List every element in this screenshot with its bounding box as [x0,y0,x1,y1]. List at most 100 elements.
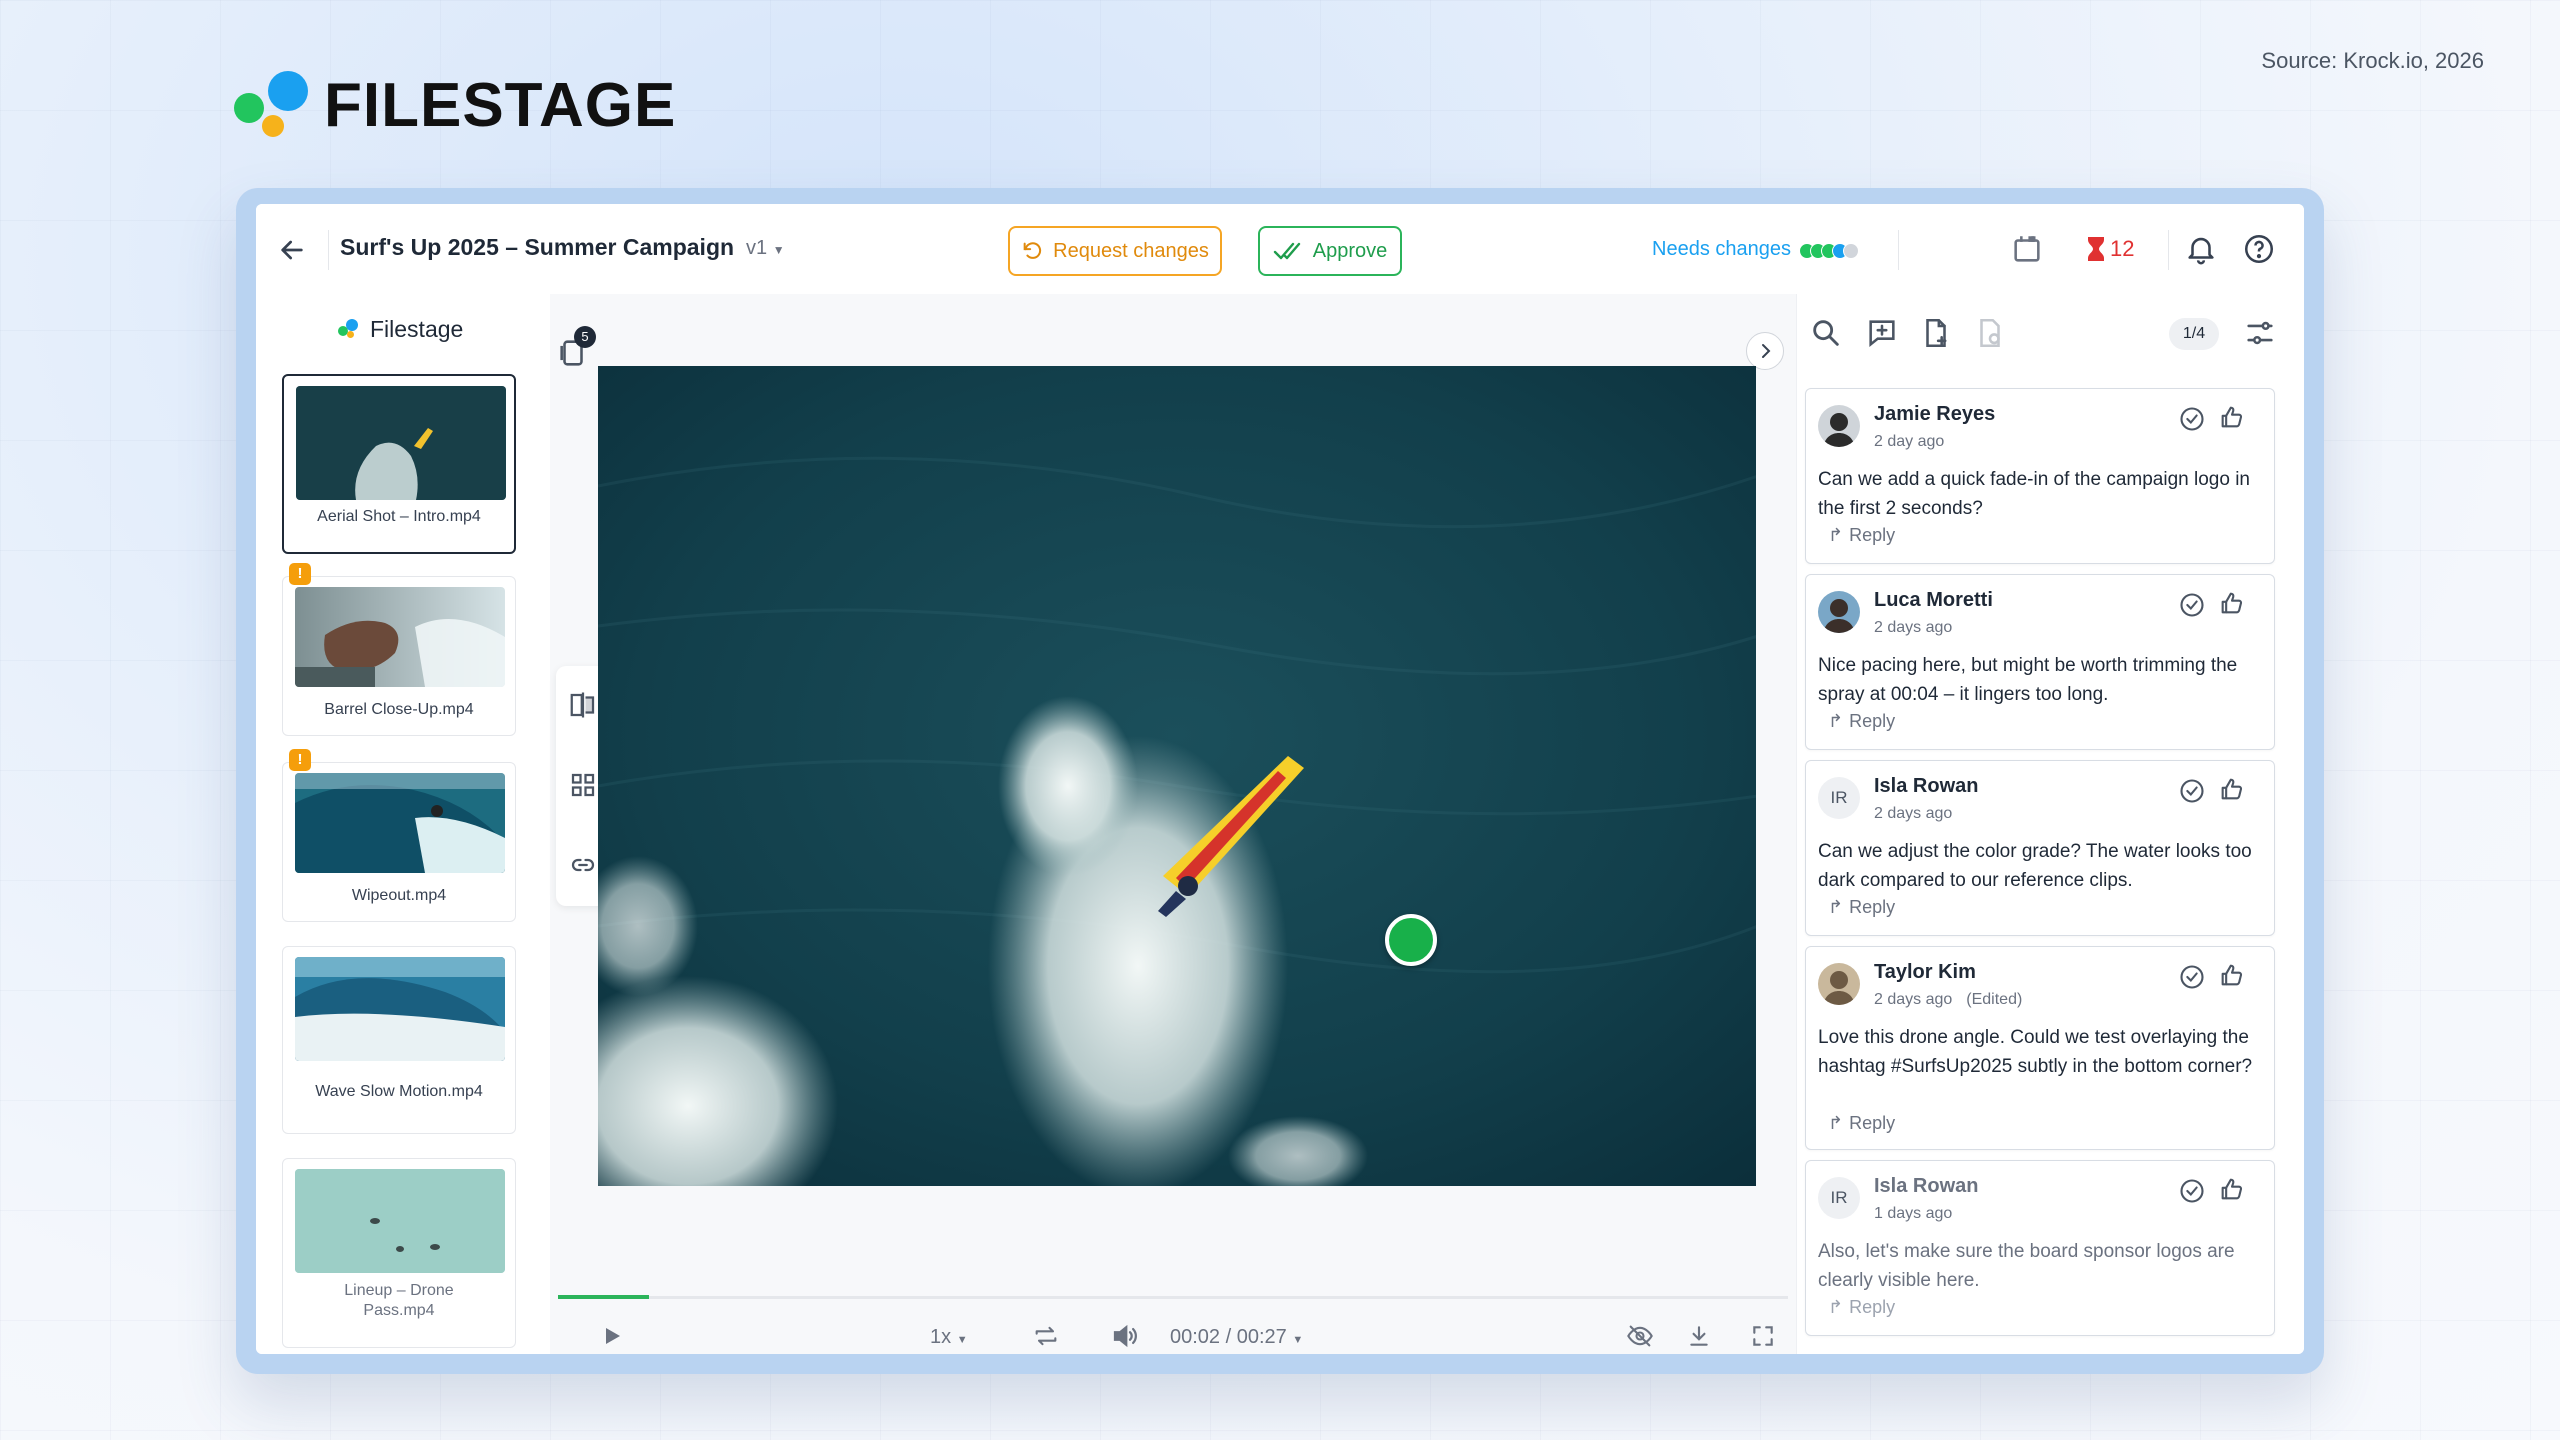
version-label: v1 [746,237,768,259]
hide-comments-icon[interactable] [1626,1322,1654,1350]
help-icon[interactable] [2242,232,2276,266]
reply-arrow-icon: ↱ [1828,711,1844,731]
download-icon[interactable] [1686,1323,1712,1349]
comments-panel: 1/4 Jamie Reyes 2 day ago Can we add a q… [1796,294,2304,1354]
playback-speed-select[interactable]: 1x ▼ [930,1326,968,1349]
reply-button[interactable]: ↱ Reply [1828,1297,1895,1318]
timer-count: 12 [2110,236,2135,261]
avatar [1818,591,1860,633]
file-card[interactable]: Aerial Shot – Intro.mp4 [282,374,516,554]
play-icon[interactable] [600,1324,624,1348]
version-select[interactable]: v1 ▼ [746,237,785,260]
logo-text: Filestage [370,316,464,342]
reply-button[interactable]: ↱ Reply [1828,711,1895,732]
search-icon[interactable] [1809,316,1843,350]
comment-author: Isla Rowan [1874,775,1979,797]
deadline-timer[interactable]: 12 [2086,236,2134,262]
timeline-track[interactable] [558,1296,1788,1299]
file-card[interactable]: Wave Slow Motion.mp4 [282,946,516,1134]
comment-card[interactable]: Taylor Kim 2 days ago (Edited) Love this … [1805,946,2275,1150]
back-arrow-icon[interactable] [276,234,308,266]
like-icon[interactable] [2218,403,2246,431]
export-comments-icon[interactable] [1973,316,2007,350]
avatar-initials: IR [1818,777,1860,819]
source-note: Source: Krock.io, 2026 [2261,48,2484,73]
file-card[interactable]: Lineup – Drone Pass.mp4 [282,1158,516,1348]
review-status[interactable]: Needs changes [1652,238,1791,261]
resolve-check-icon[interactable] [2178,591,2206,619]
approve-label: Approve [1312,239,1388,262]
comment-counter: 1/4 [2169,318,2219,350]
file-thumbnail [295,1169,505,1273]
reply-label: Reply [1849,1113,1896,1133]
reply-arrow-icon: ↱ [1828,1297,1844,1317]
reply-arrow-icon: ↱ [1828,1113,1844,1133]
caret-down-icon: ▼ [1292,1334,1304,1346]
reply-button[interactable]: ↱ Reply [1828,897,1895,918]
like-icon[interactable] [2218,1175,2246,1203]
speed-label: 1x [930,1326,952,1348]
comment-text: Love this drone angle. Could we test ove… [1818,1027,2253,1077]
reply-label: Reply [1849,897,1896,917]
timecode-select[interactable]: 00:02 / 00:27 ▼ [1170,1326,1303,1349]
loop-icon[interactable] [1032,1322,1060,1350]
reply-label: Reply [1849,1297,1896,1317]
comment-text: Can we adjust the color grade? The water… [1818,841,2252,891]
reviewer-pip [1843,243,1859,259]
like-icon[interactable] [2218,961,2246,989]
resolve-check-icon[interactable] [2178,405,2206,433]
resolve-check-icon[interactable] [2178,1177,2206,1205]
comment-card[interactable]: IR Isla Rowan 1 days ago Also, let's mak… [1805,1160,2275,1336]
volume-icon[interactable] [1110,1321,1140,1351]
filestage-logo: Filestage [338,316,463,343]
comment-marker[interactable] [1385,914,1437,966]
resolve-check-icon[interactable] [2178,777,2206,805]
divider [2168,230,2169,270]
avatar-initials: IR [1818,1177,1860,1219]
video-viewer: 5 1x ▼ 00:02 / 00:27 ▼ [550,294,1796,1354]
like-icon[interactable] [2218,589,2246,617]
undo-icon [1023,242,1042,259]
file-thumbnail [295,957,505,1061]
file-card[interactable]: ! Wipeout.mp4 [282,749,516,922]
request-changes-label: Request changes [1053,239,1209,262]
divider [1898,230,1899,270]
top-bar: Surf's Up 2025 – Summer Campaign v1 ▼ Re… [256,204,2304,295]
file-name: Aerial Shot – Intro.mp4 [317,508,481,525]
attach-file-icon[interactable] [1919,316,1953,350]
timeline-progress [558,1295,650,1299]
filter-icon[interactable] [2243,316,2277,350]
warning-badge: ! [289,563,311,585]
comment-card[interactable]: Jamie Reyes 2 day ago Can we add a quick… [1805,388,2275,564]
like-icon[interactable] [2218,775,2246,803]
calendar-icon[interactable] [2010,232,2044,266]
comment-timestamp: 2 days ago [1874,991,1953,1008]
comment-author: Taylor Kim [1874,961,1976,983]
comment-timestamp: 2 day ago [1874,433,1945,450]
compare-icon[interactable] [568,690,598,720]
add-comment-icon[interactable] [1865,316,1899,350]
comment-text: Nice pacing here, but might be worth tri… [1818,655,2238,705]
comment-card[interactable]: IR Isla Rowan 2 days ago Can we adjust t… [1805,760,2275,936]
fullscreen-icon[interactable] [1750,1323,1776,1349]
comment-time: 2 days ago [1874,619,1966,637]
caret-down-icon: ▼ [772,243,785,257]
reply-button[interactable]: ↱ Reply [1828,525,1895,546]
comment-text: Also, let's make sure the board sponsor … [1818,1241,2235,1291]
hourglass-icon [2088,237,2104,261]
edited-tag: (Edited) [1966,991,2023,1008]
reply-label: Reply [1849,711,1896,731]
approve-button[interactable]: Approve [1258,226,1402,276]
file-card[interactable]: ! Barrel Close-Up.mp4 [282,563,516,736]
reply-button[interactable]: ↱ Reply [1828,1113,1895,1134]
collapse-panel-icon[interactable] [1746,332,1784,370]
video-frame[interactable] [598,366,1756,1186]
request-changes-button[interactable]: Request changes [1008,226,1222,276]
versions-count-badge: 5 [574,326,596,348]
link-icon[interactable] [568,850,598,880]
comment-card[interactable]: Luca Moretti 2 days ago Nice pacing here… [1805,574,2275,750]
resolve-check-icon[interactable] [2178,963,2206,991]
bell-icon[interactable] [2184,232,2218,266]
grid-view-icon[interactable] [568,770,598,800]
reply-label: Reply [1849,525,1896,545]
